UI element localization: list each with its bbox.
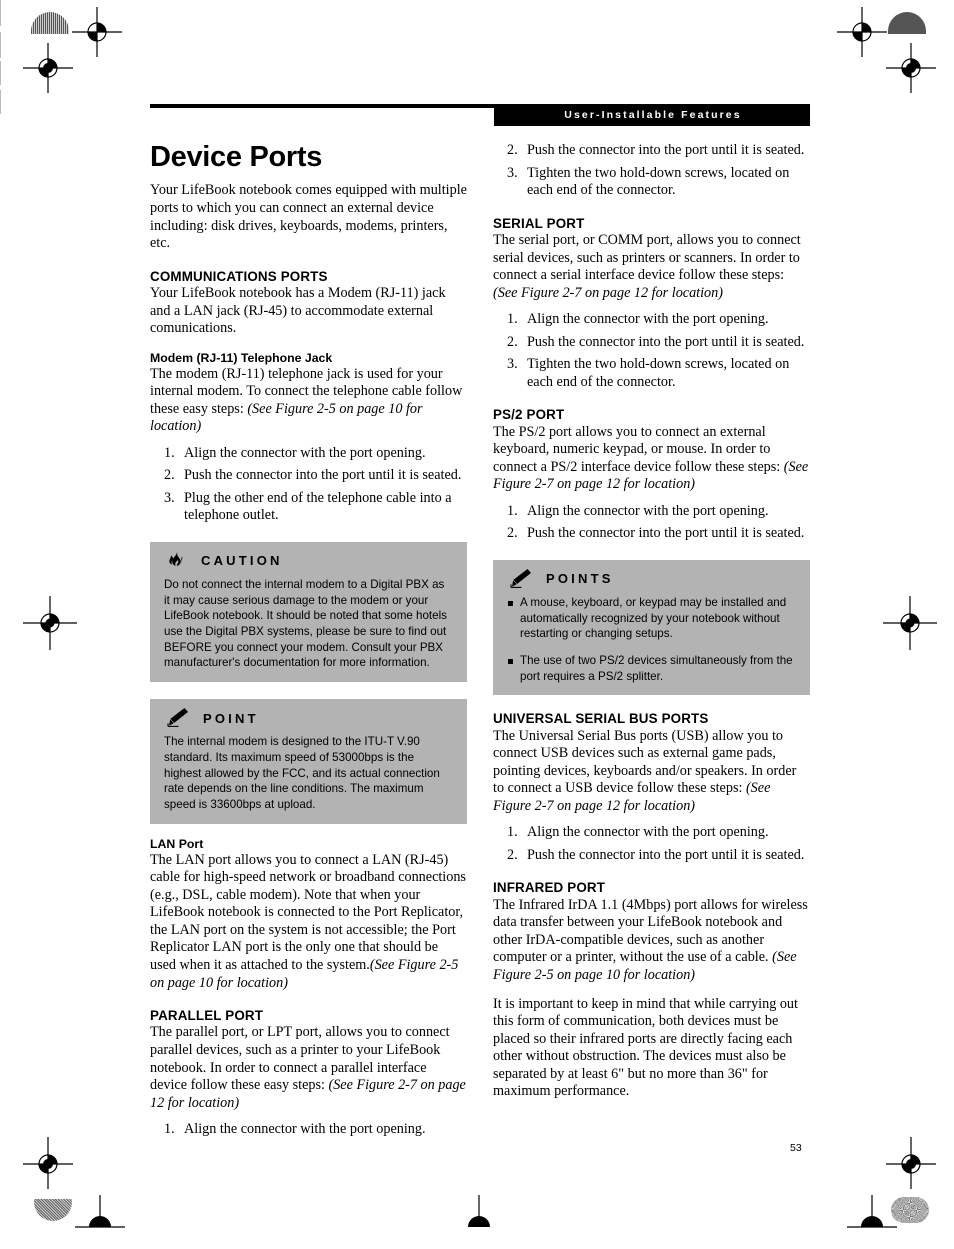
list-item: Push the connector into the port until i… [507, 846, 805, 864]
heading-infrared-port: INFRARED PORT [493, 880, 606, 896]
points-callout-header: POINTS [509, 568, 796, 589]
registration-mark-bottom-right-inner [847, 1195, 897, 1228]
crop-mark-top-right-b [0, 58, 42, 60]
separator-mark-top-left [0, 0, 1, 26]
point-callout-box: POINT The internal modem is designed to … [150, 699, 467, 824]
list-item: The use of two PS/2 devices simultaneous… [507, 653, 796, 684]
ps2-port-body: The PS/2 port allows you to connect an e… [493, 424, 810, 494]
list-item: Align the connector with the port openin… [507, 502, 769, 520]
crop-mark-top-left-h [0, 26, 60, 28]
registration-mark-bottom-left-inner [75, 1195, 125, 1228]
caution-callout-header: CAUTION [166, 551, 453, 571]
caution-callout-box: CAUTION Do not connect the internal mode… [150, 541, 467, 683]
registration-mark-right-middle [883, 596, 937, 650]
list-item: Align the connector with the port openin… [507, 311, 769, 328]
color-swatch-top-left [31, 12, 69, 34]
usb-ports-body: The Universal Serial Bus ports (USB) all… [493, 728, 810, 816]
crop-mark-bottom-left [0, 60, 42, 62]
parallel-port-body: The parallel port, or LPT port, allows y… [150, 1024, 467, 1112]
list-item: Align the connector with the port openin… [507, 824, 769, 841]
serial-port-body: The serial port, or COMM port, allows yo… [493, 232, 810, 302]
crop-mark-bottom-center [0, 87, 38, 89]
heading-usb-ports: UNIVERSAL SERIAL BUS PORTS [493, 711, 709, 727]
infrared-port-body: The Infrared IrDA 1.1 (4Mbps) port allow… [493, 897, 810, 985]
usb-ports-steps: Align the connector with the port openin… [493, 824, 810, 864]
serial-port-steps: Align the connector with the port openin… [493, 311, 810, 391]
points-callout-list: A mouse, keyboard, or keypad may be inst… [507, 595, 796, 685]
list-item: Push the connector into the port until i… [507, 142, 805, 159]
parallel-port-steps-continued: Push the connector into the port until i… [493, 142, 810, 200]
list-item: Plug the other end of the telephone cabl… [164, 489, 452, 524]
flame-icon [169, 551, 183, 566]
lan-port-body: The LAN port allows you to connect a LAN… [150, 852, 467, 992]
right-column: Push the connector into the port until i… [493, 142, 810, 1101]
serial-port-figure-ref: (See Figure 2-7 on page 12 for location) [493, 284, 723, 301]
left-column: Device Ports Your LifeBook notebook come… [150, 142, 467, 1144]
page-title: Device Ports [150, 141, 323, 173]
list-item: A mouse, keyboard, or keypad may be inst… [507, 595, 796, 642]
heading-serial-port: SERIAL PORT [493, 215, 585, 231]
crop-mark-bottom-right [0, 88, 40, 90]
modem-jack-body: The modem (RJ-11) telephone jack is used… [150, 366, 467, 436]
serial-port-body-text: The serial port, or COMM port, allows yo… [493, 232, 801, 284]
heading-lan-port: LAN Port [150, 836, 204, 851]
pencil-icon [167, 708, 188, 728]
running-head-tab: User-Installable Features [494, 104, 810, 126]
modem-jack-steps: Align the connector with the port openin… [150, 445, 467, 525]
page-content: User-Installable Features Device Ports Y… [150, 104, 810, 1164]
separator-mark-bottom-left [0, 61, 1, 85]
registration-mark-left-top [23, 43, 73, 93]
point-callout-header: POINT [166, 708, 453, 728]
caution-callout-label: CAUTION [201, 553, 283, 569]
running-head-label: User-Installable Features [564, 109, 742, 121]
caution-callout-text: Do not connect the internal modem to a D… [164, 577, 447, 670]
points-callout-label: POINTS [546, 571, 614, 587]
points-callout-box: POINTS A mouse, keyboard, or keypad may … [493, 559, 810, 696]
registration-mark-left-bottom [23, 1137, 73, 1189]
crop-mark-left-top-a [0, 28, 40, 30]
registration-mark-bottom-center [468, 1195, 490, 1227]
separator-mark-top-right [0, 32, 1, 58]
list-item: Align the connector with the port openin… [164, 444, 426, 462]
registration-mark-top-left-inner [72, 7, 122, 57]
communications-body: Your LifeBook notebook has a Modem (RJ-1… [150, 284, 446, 337]
infrared-port-body-2: It is important to keep in mind that whi… [493, 995, 798, 1100]
list-item: Align the connector with the port openin… [164, 1121, 426, 1138]
color-swatch-bottom-right [891, 1197, 929, 1223]
infrared-port-body-text: The Infrared IrDA 1.1 (4Mbps) port allow… [493, 896, 808, 966]
heading-modem-jack: Modem (RJ-11) Telephone Jack [150, 350, 333, 365]
heading-ps2-port: PS/2 PORT [493, 407, 565, 423]
registration-mark-right-top [886, 43, 936, 93]
ps2-port-steps: Align the connector with the port openin… [493, 503, 810, 543]
color-swatch-top-right [888, 12, 926, 34]
page-number: 53 [790, 1142, 802, 1154]
ps2-port-body-text: The PS/2 port allows you to connect an e… [493, 423, 784, 475]
color-swatch-bottom-left [34, 1199, 72, 1221]
heading-parallel-port: PARALLEL PORT [150, 1008, 264, 1024]
registration-mark-top-right-inner [837, 7, 887, 57]
list-item: Push the connector into the port until i… [507, 525, 805, 542]
registration-mark-right-bottom [886, 1137, 936, 1189]
list-item: Push the connector into the port until i… [164, 467, 462, 484]
crop-mark-bottom-left-b [0, 85, 20, 87]
parallel-port-steps: Align the connector with the port openin… [150, 1121, 467, 1139]
list-item: Push the connector into the port until i… [507, 333, 805, 351]
list-item: Tighten the two hold-down screws, locate… [507, 356, 790, 390]
separator-mark-bottom-right [0, 89, 1, 114]
point-callout-label: POINT [203, 710, 259, 726]
pencil-icon [510, 568, 531, 588]
crop-mark-top-left-b [0, 29, 52, 31]
intro-paragraph: Your LifeBook notebook comes equipped wi… [150, 182, 467, 252]
heading-communications-ports: COMMUNICATIONS PORTS [150, 268, 328, 284]
crop-mark-top-right-h [0, 31, 60, 33]
point-callout-text: The internal modem is designed to the IT… [164, 735, 440, 811]
list-item: Tighten the two hold-down screws, locate… [507, 164, 790, 199]
registration-mark-left-middle [23, 596, 77, 650]
lan-port-body-text: The LAN port allows you to connect a LAN… [150, 851, 466, 974]
running-header: User-Installable Features [150, 104, 810, 126]
